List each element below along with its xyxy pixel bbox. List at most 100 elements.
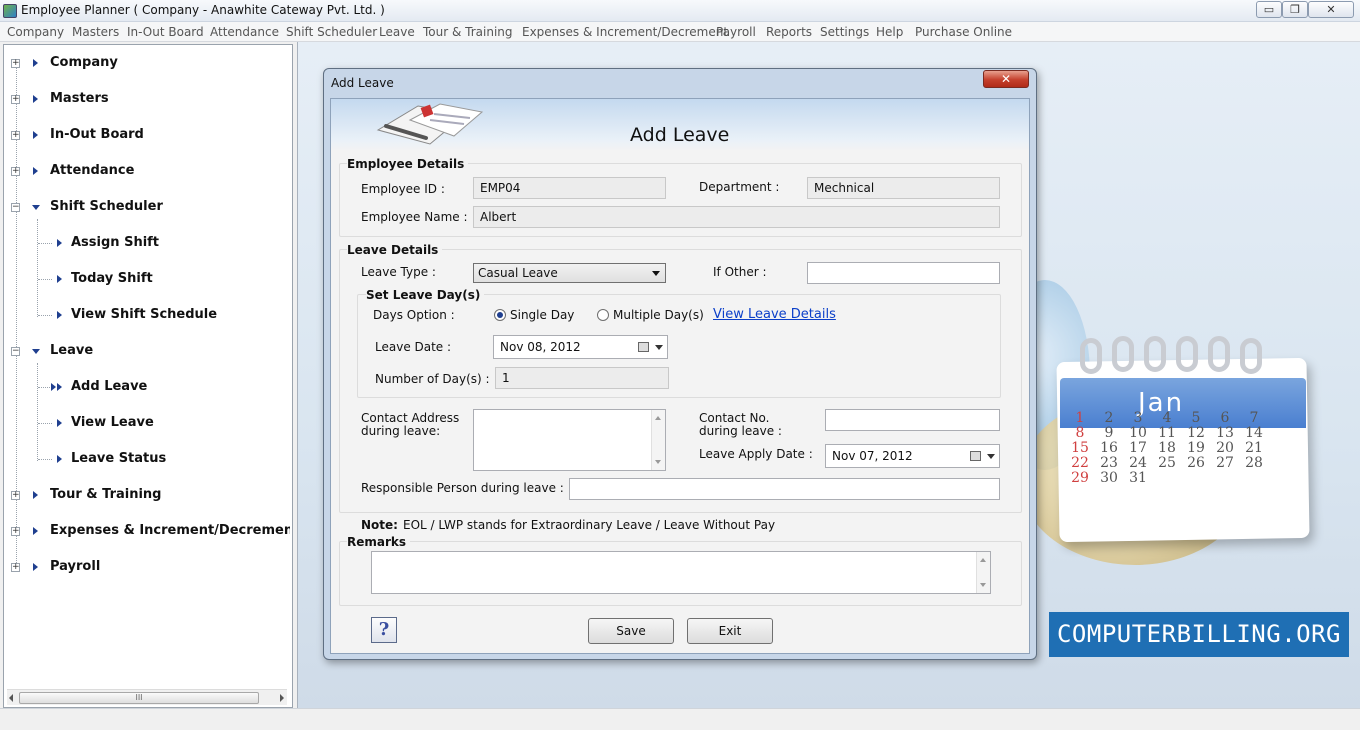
number-of-days-field[interactable]: 1 [495,367,669,389]
brand-banner: COMPUTERBILLING.ORG [1049,612,1349,657]
contact-no-label: Contact No. [699,411,770,425]
calendar-day-number: 1 [1075,410,1085,426]
tree-arrow-icon [57,383,62,391]
expand-attendance-toggle[interactable]: + [11,167,20,176]
restore-button[interactable]: ❐ [1282,1,1308,18]
multiple-days-radio[interactable] [597,309,609,321]
minimize-button[interactable]: ▭ [1256,1,1282,18]
calendar-day-number: 9 [1104,425,1114,441]
expand-tour-training-toggle[interactable]: + [11,491,20,500]
tree-connector [38,387,50,388]
scroll-down-icon[interactable] [980,583,986,587]
menu-attendance[interactable]: Attendance [210,25,279,39]
calendar-week-row: 8 9 10 11 12 13 14 [1066,425,1296,441]
exit-button[interactable]: Exit [687,618,773,644]
menu-tour-training[interactable]: Tour & Training [423,25,513,39]
menu-in-out-board[interactable]: In-Out Board [127,25,204,39]
tree-item-leave-status[interactable]: Leave Status [71,451,166,471]
note-label: Note: [361,518,398,532]
calendar-ring [1208,336,1230,372]
calendar-ring [1080,338,1102,374]
tree-item-add-leave[interactable]: Add Leave [71,379,147,399]
tree-item-in-out-board[interactable]: In-Out Board [50,127,144,147]
menu-settings[interactable]: Settings [820,25,869,39]
tree-item-masters[interactable]: Masters [50,91,109,111]
collapse-shift-scheduler-toggle[interactable]: − [11,203,20,212]
tree-item-assign-shift[interactable]: Assign Shift [71,235,159,255]
collapse-leave-toggle[interactable]: − [11,347,20,356]
tree-item-payroll[interactable]: Payroll [50,559,100,579]
tree-item-shift-scheduler[interactable]: Shift Scheduler [50,199,163,219]
single-day-label[interactable]: Single Day [510,308,574,322]
calendar-day-number: 2 [1104,410,1114,426]
contact-no-field[interactable] [825,409,1000,431]
remarks-textarea[interactable] [371,551,991,594]
menu-shift-scheduler[interactable]: Shift Scheduler [286,25,377,39]
menu-purchase-online[interactable]: Purchase Online [915,25,1012,39]
scroll-left-icon[interactable] [9,694,13,702]
textarea-scrollbar[interactable] [651,410,665,470]
tree-arrow-icon [33,527,38,535]
dialog-close-button[interactable]: ✕ [983,70,1029,88]
close-icon: ✕ [1000,72,1012,86]
expand-expenses-toggle[interactable]: + [11,527,20,536]
single-day-radio[interactable] [494,309,506,321]
responsible-person-field[interactable] [569,478,1000,500]
tree-item-expenses[interactable]: Expenses & Increment/Decremen [50,523,290,543]
days-option-label: Days Option : [373,308,455,322]
expand-masters-toggle[interactable]: + [11,95,20,104]
tree-item-attendance[interactable]: Attendance [50,163,134,183]
tree-arrow-icon [33,563,38,571]
scroll-right-icon[interactable] [280,694,284,702]
menu-company[interactable]: Company [7,25,64,39]
tree-connector [37,363,38,461]
department-field[interactable]: Mechnical [807,177,1000,199]
menu-payroll[interactable]: Payroll [716,25,756,39]
calendar-ring [1112,336,1134,372]
menu-help[interactable]: Help [876,25,903,39]
contact-address-textarea[interactable] [473,409,666,471]
tree-item-view-leave[interactable]: View Leave [71,415,154,435]
close-window-button[interactable]: ✕ [1308,1,1354,18]
scroll-thumb[interactable]: III [19,692,259,704]
tree-item-view-shift-schedule[interactable]: View Shift Schedule [71,307,217,327]
menu-masters[interactable]: Masters [72,25,119,39]
leave-apply-date-picker[interactable]: Nov 07, 2012 [825,444,1000,468]
menu-expenses[interactable]: Expenses & Increment/Decrement [522,25,728,39]
tree-item-leave[interactable]: Leave [50,343,93,363]
contact-address-label-2: during leave: [361,424,441,438]
textarea-scrollbar[interactable] [976,552,990,593]
calendar-day-number: 26 [1187,455,1205,471]
scroll-up-icon[interactable] [655,416,661,420]
tree-item-tour-training[interactable]: Tour & Training [50,487,161,507]
employee-name-field[interactable]: Albert [473,206,1000,228]
calendar-day-number: 30 [1100,470,1118,486]
chevron-down-icon [655,345,663,350]
leave-type-select[interactable]: Casual Leave [473,263,666,283]
leave-date-picker[interactable]: Nov 08, 2012 [493,335,668,359]
scroll-up-icon[interactable] [980,558,986,562]
tree-item-company[interactable]: Company [50,55,118,75]
save-button[interactable]: Save [588,618,674,644]
tree-horizontal-scrollbar[interactable]: III [7,689,287,705]
tree-item-today-shift[interactable]: Today Shift [71,271,153,291]
scroll-down-icon[interactable] [655,460,661,464]
tree-arrow-icon [33,167,38,175]
calendar-day-number: 19 [1187,440,1205,456]
tree-arrow-icon [57,455,62,463]
multiple-days-label[interactable]: Multiple Day(s) [613,308,704,322]
navigation-tree [3,44,293,708]
tree-connector [37,219,38,317]
menu-reports[interactable]: Reports [766,25,812,39]
calendar-day-number: 20 [1216,440,1234,456]
minimize-icon: ▭ [1263,3,1275,16]
leave-date-value: Nov 08, 2012 [500,340,581,354]
employee-id-field[interactable]: EMP04 [473,177,666,199]
help-button[interactable]: ? [371,617,397,643]
view-leave-details-link[interactable]: View Leave Details [713,307,836,322]
expand-company-toggle[interactable]: + [11,59,20,68]
if-other-field[interactable] [807,262,1000,284]
expand-payroll-toggle[interactable]: + [11,563,20,572]
menu-leave[interactable]: Leave [379,25,415,39]
expand-in-out-board-toggle[interactable]: + [11,131,20,140]
